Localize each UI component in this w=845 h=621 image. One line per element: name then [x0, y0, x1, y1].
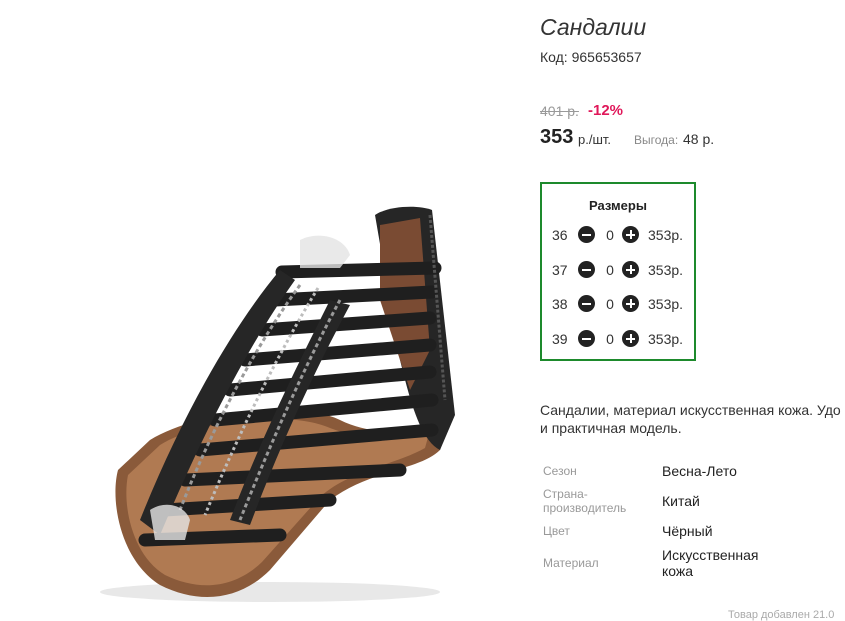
size-label: 38 — [552, 296, 568, 312]
price-unit: р./шт. — [578, 132, 612, 147]
description-line: Сандалии, материал искусственная кожа. У… — [540, 402, 841, 418]
size-price: 353р. — [648, 331, 684, 347]
size-price: 353р. — [648, 262, 684, 278]
size-price: 353р. — [648, 296, 684, 312]
size-row: 39 0 353р. — [552, 329, 692, 349]
attr-value-material: Искусственная кожа — [662, 547, 759, 579]
minus-circle-icon[interactable] — [578, 295, 595, 312]
attr-label-material: Материал — [543, 556, 599, 570]
size-label: 39 — [552, 331, 568, 347]
attr-label-color: Цвет — [543, 524, 570, 538]
size-price: 353р. — [648, 227, 684, 243]
discount-badge: -12% — [588, 102, 624, 119]
product-photo — [0, 0, 520, 617]
attr-value-season: Весна-Лето — [662, 463, 737, 479]
quantity-value: 0 — [606, 331, 614, 347]
old-price: 401 р. — [540, 103, 579, 119]
size-row: 37 0 353р. — [552, 260, 692, 280]
attr-value-country: Китай — [662, 493, 700, 509]
plus-circle-icon[interactable] — [622, 330, 639, 347]
size-label: 37 — [552, 262, 568, 278]
minus-circle-icon[interactable] — [578, 226, 595, 243]
attr-label-season: Сезон — [543, 464, 577, 478]
quantity-value: 0 — [606, 296, 614, 312]
minus-circle-icon[interactable] — [578, 330, 595, 347]
product-code: Код: 965653657 — [540, 49, 642, 65]
sizes-title: Размеры — [589, 198, 647, 213]
quantity-value: 0 — [606, 227, 614, 243]
plus-circle-icon[interactable] — [622, 261, 639, 278]
current-price: 353 — [540, 126, 574, 148]
size-row: 36 0 353р. — [552, 225, 692, 245]
size-row: 38 0 353р. — [552, 294, 692, 314]
sandal-image — [100, 206, 455, 602]
quantity-value: 0 — [606, 262, 614, 278]
size-label: 36 — [552, 227, 568, 243]
benefit-value: 48 р. — [683, 131, 715, 147]
sizes-selector: Размеры 36 0 353р. 37 0 353р. 38 0 353р.… — [540, 182, 696, 361]
product-info-panel: Сандалии Код: 965653657 401 р. -12% 353 … — [540, 0, 845, 617]
product-description: Сандалии, материал искусственная кожа. У… — [540, 401, 845, 437]
attr-label-country: Страна-производитель — [543, 487, 627, 515]
added-date-note: Товар добавлен 21.0 — [728, 609, 835, 621]
description-line: и практичная модель. — [540, 420, 682, 436]
attr-value-color: Чёрный — [662, 523, 713, 539]
plus-circle-icon[interactable] — [622, 226, 639, 243]
benefit-label: Выгода: — [634, 133, 679, 147]
plus-circle-icon[interactable] — [622, 295, 639, 312]
minus-circle-icon[interactable] — [578, 261, 595, 278]
product-title: Сандалии — [540, 14, 647, 40]
